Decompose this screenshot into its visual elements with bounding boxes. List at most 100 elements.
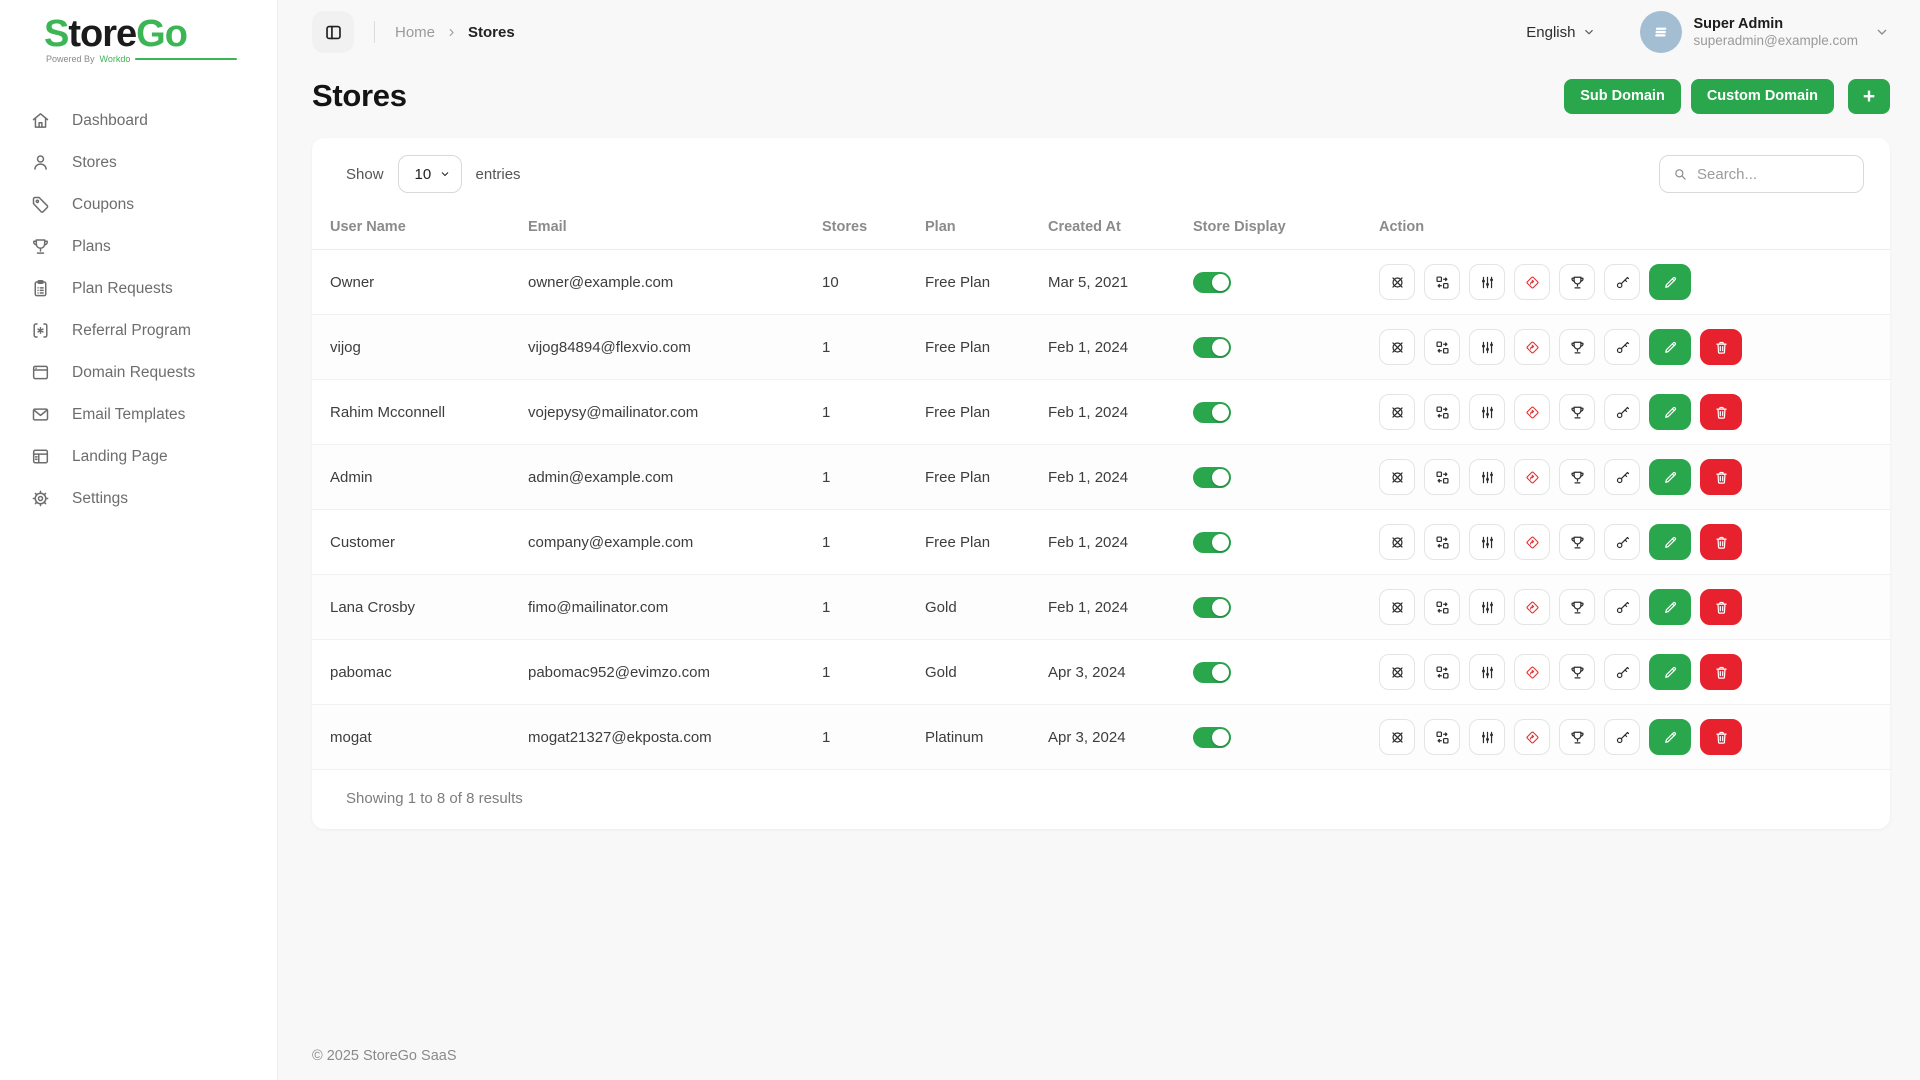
store-display-toggle[interactable] — [1193, 467, 1231, 488]
delete-button[interactable] — [1700, 524, 1742, 560]
reset-password-button[interactable] — [1604, 719, 1640, 755]
delete-button[interactable] — [1700, 719, 1742, 755]
toggle-knob — [1212, 339, 1229, 356]
store-display-toggle[interactable] — [1193, 662, 1231, 683]
store-disable-button[interactable] — [1379, 654, 1415, 690]
plan-settings-button[interactable] — [1469, 589, 1505, 625]
delete-button[interactable] — [1700, 329, 1742, 365]
store-display-toggle[interactable] — [1193, 337, 1231, 358]
search-input[interactable] — [1697, 166, 1851, 183]
store-disable-button[interactable] — [1379, 459, 1415, 495]
sidebar-item-landing-page[interactable]: Landing Page — [0, 436, 277, 478]
logo-part-go: Go — [136, 13, 187, 55]
plan-settings-button[interactable] — [1469, 264, 1505, 300]
sidebar-toggle-button[interactable] — [312, 11, 354, 53]
upgrade-plan-button[interactable] — [1559, 329, 1595, 365]
store-display-toggle[interactable] — [1193, 727, 1231, 748]
reset-password-button[interactable] — [1604, 329, 1640, 365]
sidebar-item-dashboard[interactable]: Dashboard — [0, 100, 277, 142]
edit-button[interactable] — [1649, 524, 1691, 560]
edit-button[interactable] — [1649, 264, 1691, 300]
swap-plan-button[interactable] — [1424, 524, 1460, 560]
store-disable-button[interactable] — [1379, 394, 1415, 430]
login-redirect-button[interactable] — [1514, 524, 1550, 560]
upgrade-plan-button[interactable] — [1559, 394, 1595, 430]
cell-stores: 1 — [822, 315, 925, 380]
page-size-select[interactable]: 10 — [398, 155, 462, 193]
login-redirect-button[interactable] — [1514, 264, 1550, 300]
swap-plan-button[interactable] — [1424, 264, 1460, 300]
plan-settings-button[interactable] — [1469, 719, 1505, 755]
plan-settings-button[interactable] — [1469, 654, 1505, 690]
pencil-icon — [1662, 664, 1679, 681]
edit-button[interactable] — [1649, 654, 1691, 690]
swap-plan-button[interactable] — [1424, 589, 1460, 625]
plan-settings-button[interactable] — [1469, 524, 1505, 560]
cell-user-name: pabomac — [312, 640, 528, 705]
store-disable-button[interactable] — [1379, 264, 1415, 300]
sidebar-item-stores[interactable]: Stores — [0, 142, 277, 184]
sidebar-item-email-templates[interactable]: Email Templates — [0, 394, 277, 436]
login-redirect-button[interactable] — [1514, 589, 1550, 625]
store-display-toggle[interactable] — [1193, 402, 1231, 423]
avatar[interactable] — [1640, 11, 1682, 53]
upgrade-plan-button[interactable] — [1559, 459, 1595, 495]
delete-button[interactable] — [1700, 589, 1742, 625]
upgrade-plan-button[interactable] — [1559, 654, 1595, 690]
reset-password-button[interactable] — [1604, 589, 1640, 625]
swap-plan-button[interactable] — [1424, 459, 1460, 495]
swap-plan-button[interactable] — [1424, 654, 1460, 690]
sub-domain-button[interactable]: Sub Domain — [1564, 79, 1681, 114]
upgrade-plan-button[interactable] — [1559, 589, 1595, 625]
sidebar-item-referral-program[interactable]: Referral Program — [0, 310, 277, 352]
edit-button[interactable] — [1649, 719, 1691, 755]
add-store-button[interactable]: + — [1848, 79, 1890, 114]
toggle-knob — [1212, 469, 1229, 486]
delete-button[interactable] — [1700, 654, 1742, 690]
reset-password-button[interactable] — [1604, 394, 1640, 430]
sidebar-item-plan-requests[interactable]: Plan Requests — [0, 268, 277, 310]
plan-settings-button[interactable] — [1469, 329, 1505, 365]
store-display-toggle[interactable] — [1193, 272, 1231, 293]
store-disable-button[interactable] — [1379, 329, 1415, 365]
store-disable-button[interactable] — [1379, 719, 1415, 755]
sidebar-item-settings[interactable]: Settings — [0, 478, 277, 520]
login-redirect-button[interactable] — [1514, 459, 1550, 495]
edit-button[interactable] — [1649, 589, 1691, 625]
edit-button[interactable] — [1649, 394, 1691, 430]
language-selector[interactable]: English — [1526, 24, 1596, 41]
reset-password-button[interactable] — [1604, 654, 1640, 690]
upgrade-plan-button[interactable] — [1559, 719, 1595, 755]
store-disable-button[interactable] — [1379, 524, 1415, 560]
upgrade-plan-button[interactable] — [1559, 264, 1595, 300]
sidebar-item-coupons[interactable]: Coupons — [0, 184, 277, 226]
swap-plan-button[interactable] — [1424, 394, 1460, 430]
plan-settings-button[interactable] — [1469, 394, 1505, 430]
delete-button[interactable] — [1700, 394, 1742, 430]
login-redirect-button[interactable] — [1514, 394, 1550, 430]
cell-created-at: Feb 1, 2024 — [1048, 575, 1193, 640]
swap-plan-button[interactable] — [1424, 329, 1460, 365]
reset-password-button[interactable] — [1604, 524, 1640, 560]
edit-button[interactable] — [1649, 329, 1691, 365]
store-disable-button[interactable] — [1379, 589, 1415, 625]
edit-button[interactable] — [1649, 459, 1691, 495]
store-display-toggle[interactable] — [1193, 532, 1231, 553]
sidebar-item-plans[interactable]: Plans — [0, 226, 277, 268]
upgrade-plan-button[interactable] — [1559, 524, 1595, 560]
login-redirect-button[interactable] — [1514, 329, 1550, 365]
store-display-toggle[interactable] — [1193, 597, 1231, 618]
custom-domain-button[interactable]: Custom Domain — [1691, 79, 1834, 114]
login-redirect-button[interactable] — [1514, 719, 1550, 755]
chevron-down-icon[interactable] — [1874, 24, 1890, 40]
sidebar-item-domain-requests[interactable]: Domain Requests — [0, 352, 277, 394]
trash-icon — [1713, 664, 1730, 681]
reset-password-button[interactable] — [1604, 459, 1640, 495]
delete-button[interactable] — [1700, 459, 1742, 495]
breadcrumb-home-link[interactable]: Home — [395, 24, 435, 41]
swap-plan-button[interactable] — [1424, 719, 1460, 755]
reset-password-button[interactable] — [1604, 264, 1640, 300]
plan-settings-button[interactable] — [1469, 459, 1505, 495]
brand-logo[interactable]: StoreGo Powered By Workdo — [0, 0, 277, 72]
login-redirect-button[interactable] — [1514, 654, 1550, 690]
